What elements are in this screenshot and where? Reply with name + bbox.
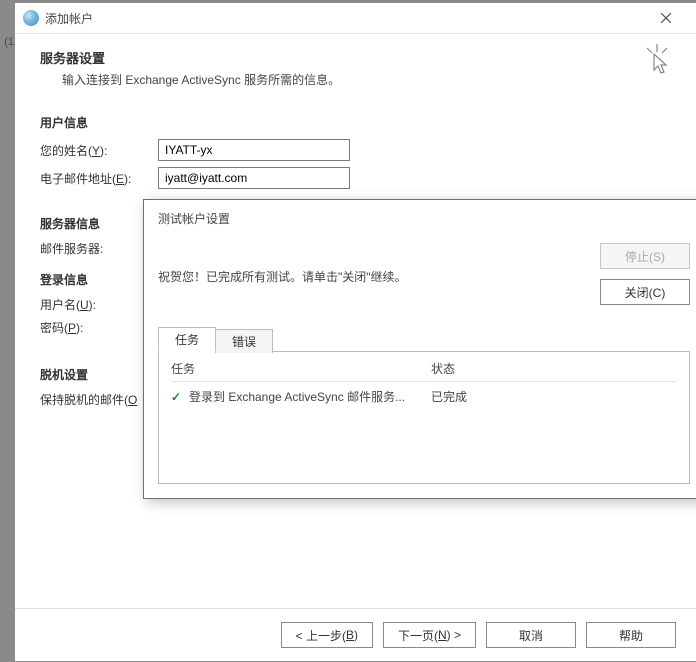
page-heading: 服务器设置 xyxy=(40,48,671,67)
row-email: 电子邮件地址(E): xyxy=(40,167,671,189)
titlebar: 添加帐户 xyxy=(15,3,696,34)
test-dialog-topline: 祝贺您！已完成所有测试。请单击"关闭"继续。 停止(S) 关闭(C) xyxy=(158,247,690,305)
task-table-header: 任务 状态 xyxy=(171,360,677,382)
row-your-name: 您的姓名(Y): xyxy=(40,139,671,161)
task-row: ✓ 登录到 Exchange ActiveSync 邮件服务... 已完成 xyxy=(171,388,677,405)
task-status: 已完成 xyxy=(431,388,677,405)
tab-tasks-body: 任务 状态 ✓ 登录到 Exchange ActiveSync 邮件服务... … xyxy=(158,351,690,484)
tab-tasks[interactable]: 任务 xyxy=(158,327,216,352)
test-dialog-side-buttons: 停止(S) 关闭(C) xyxy=(600,243,690,305)
obscured-left-text: (1 xyxy=(0,36,14,48)
test-dialog-message: 祝贺您！已完成所有测试。请单击"关闭"继续。 xyxy=(158,268,600,285)
label-username: 用户名(U): xyxy=(40,296,158,313)
add-account-window: 添加帐户 服务器设置 输入连接到 Exchange ActiveSync 服务所… xyxy=(14,2,696,662)
label-your-name: 您的姓名(Y): xyxy=(40,142,158,159)
globe-icon xyxy=(23,10,39,26)
tab-errors[interactable]: 错误 xyxy=(215,329,273,353)
help-button[interactable]: 帮助 xyxy=(586,622,676,648)
page-subheading: 输入连接到 Exchange ActiveSync 服务所需的信息。 xyxy=(62,71,671,88)
col-header-task: 任务 xyxy=(171,360,431,377)
close-icon xyxy=(661,13,671,23)
stop-button: 停止(S) xyxy=(600,243,690,269)
close-test-button[interactable]: 关闭(C) xyxy=(600,279,690,305)
col-header-status: 状态 xyxy=(431,360,677,377)
footer-bar: < 上一步(B) 下一页(N) > 取消 帮助 xyxy=(15,608,696,661)
header-block: 服务器设置 输入连接到 Exchange ActiveSync 服务所需的信息。 xyxy=(40,48,671,88)
check-icon: ✓ xyxy=(171,390,185,404)
task-name: 登录到 Exchange ActiveSync 邮件服务... xyxy=(189,388,431,405)
email-input[interactable] xyxy=(158,167,350,189)
cancel-button[interactable]: 取消 xyxy=(486,622,576,648)
window-close-button[interactable] xyxy=(644,3,688,33)
back-button[interactable]: < 上一步(B) xyxy=(281,622,373,648)
your-name-input[interactable] xyxy=(158,139,350,161)
test-dialog-title: 测试帐户设置 xyxy=(158,210,690,227)
label-email: 电子邮件地址(E): xyxy=(40,170,158,187)
section-user-info: 用户信息 xyxy=(40,114,671,131)
test-account-dialog: 测试帐户设置 祝贺您！已完成所有测试。请单击"关闭"继续。 停止(S) 关闭(C… xyxy=(143,199,696,499)
label-mail-server: 邮件服务器: xyxy=(40,240,158,257)
next-button[interactable]: 下一页(N) > xyxy=(383,622,476,648)
cursor-icon xyxy=(643,44,671,78)
label-password: 密码(P): xyxy=(40,319,158,336)
test-tab-strip: 任务 错误 xyxy=(158,327,690,351)
window-title: 添加帐户 xyxy=(45,10,644,27)
label-keep-offline: 保持脱机的邮件(O xyxy=(40,391,137,408)
